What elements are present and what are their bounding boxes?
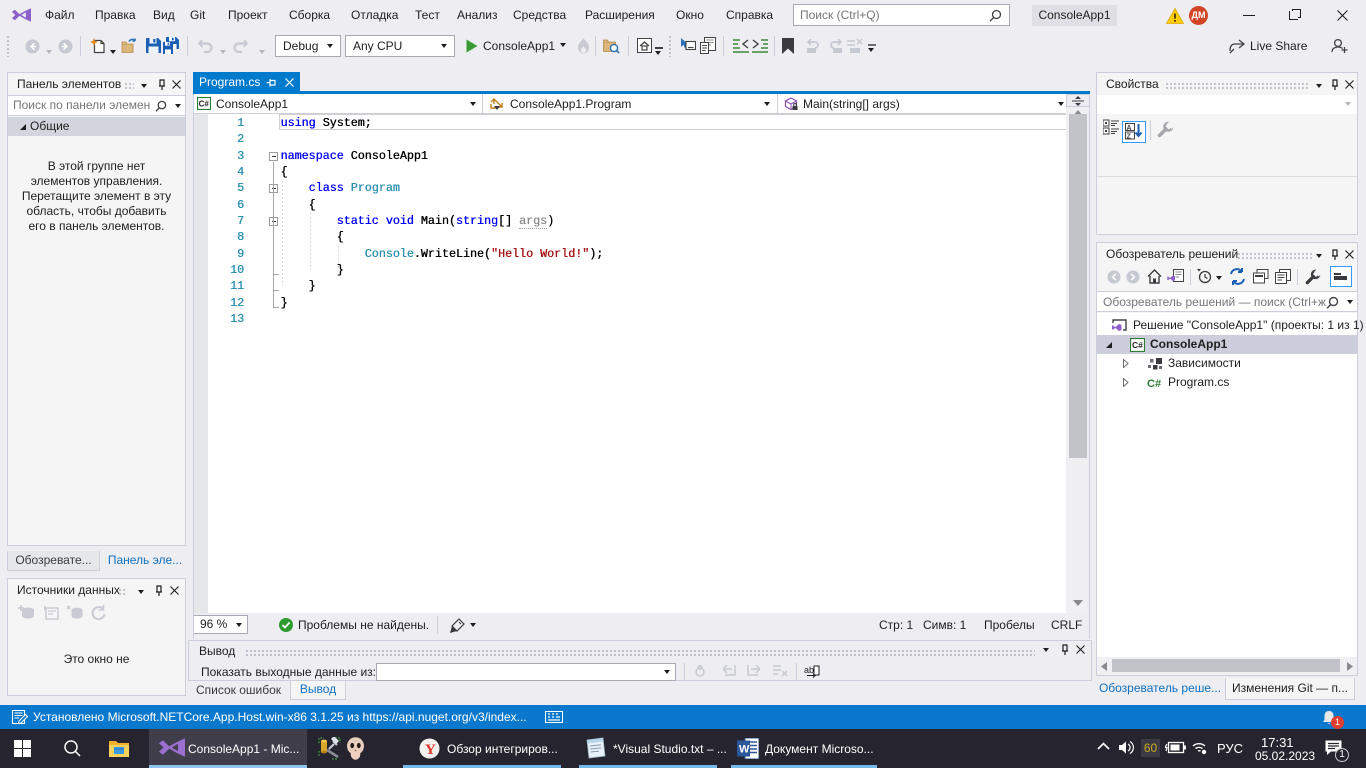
svg-text:C#: C#: [199, 100, 210, 109]
svg-text:C#: C#: [1132, 340, 1143, 350]
svg-text:Z: Z: [1127, 134, 1132, 141]
svg-text:A: A: [1127, 125, 1132, 132]
svg-text:ab: ab: [804, 665, 814, 675]
svg-text:Y: Y: [425, 742, 436, 758]
svg-text:W: W: [739, 744, 750, 756]
